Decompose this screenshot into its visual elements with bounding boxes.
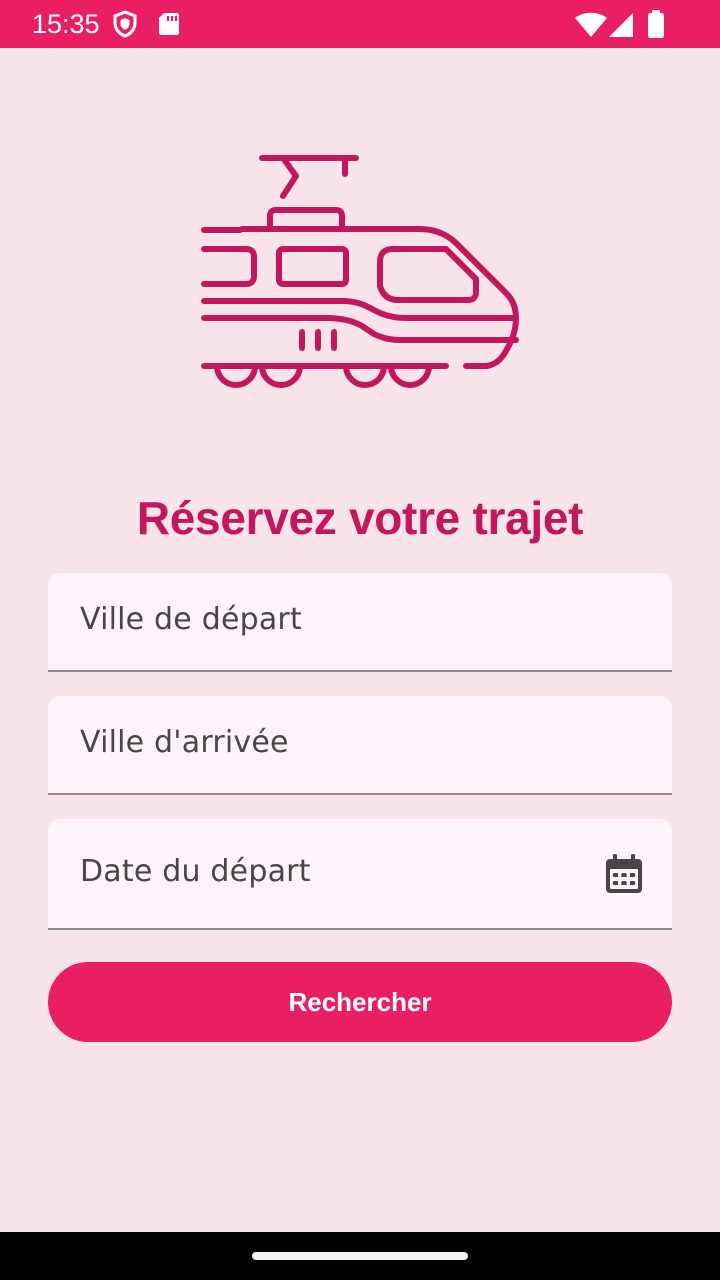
page-title: Réservez votre trajet — [136, 492, 584, 544]
departure-date-field[interactable]: Date du départ — [48, 819, 672, 930]
departure-date-placeholder: Date du départ — [80, 854, 311, 889]
departure-city-placeholder: Ville de départ — [80, 602, 302, 637]
arrival-city-placeholder: Ville d'arrivée — [80, 725, 289, 760]
battery-icon — [648, 10, 664, 38]
status-bar: 15:35 — [0, 0, 720, 48]
home-indicator[interactable] — [252, 1252, 468, 1260]
shield-icon — [113, 10, 137, 38]
status-time: 15:35 — [32, 9, 100, 39]
arrival-city-field[interactable]: Ville d'arrivée — [48, 696, 672, 795]
calendar-icon[interactable] — [604, 853, 644, 895]
signal-icon — [609, 13, 633, 37]
train-icon — [201, 155, 519, 388]
sd-card-icon — [159, 13, 179, 35]
search-button[interactable]: Rechercher — [48, 962, 672, 1042]
departure-city-field[interactable]: Ville de départ — [48, 573, 672, 672]
navigation-bar — [0, 1232, 720, 1280]
wifi-icon — [575, 12, 607, 37]
